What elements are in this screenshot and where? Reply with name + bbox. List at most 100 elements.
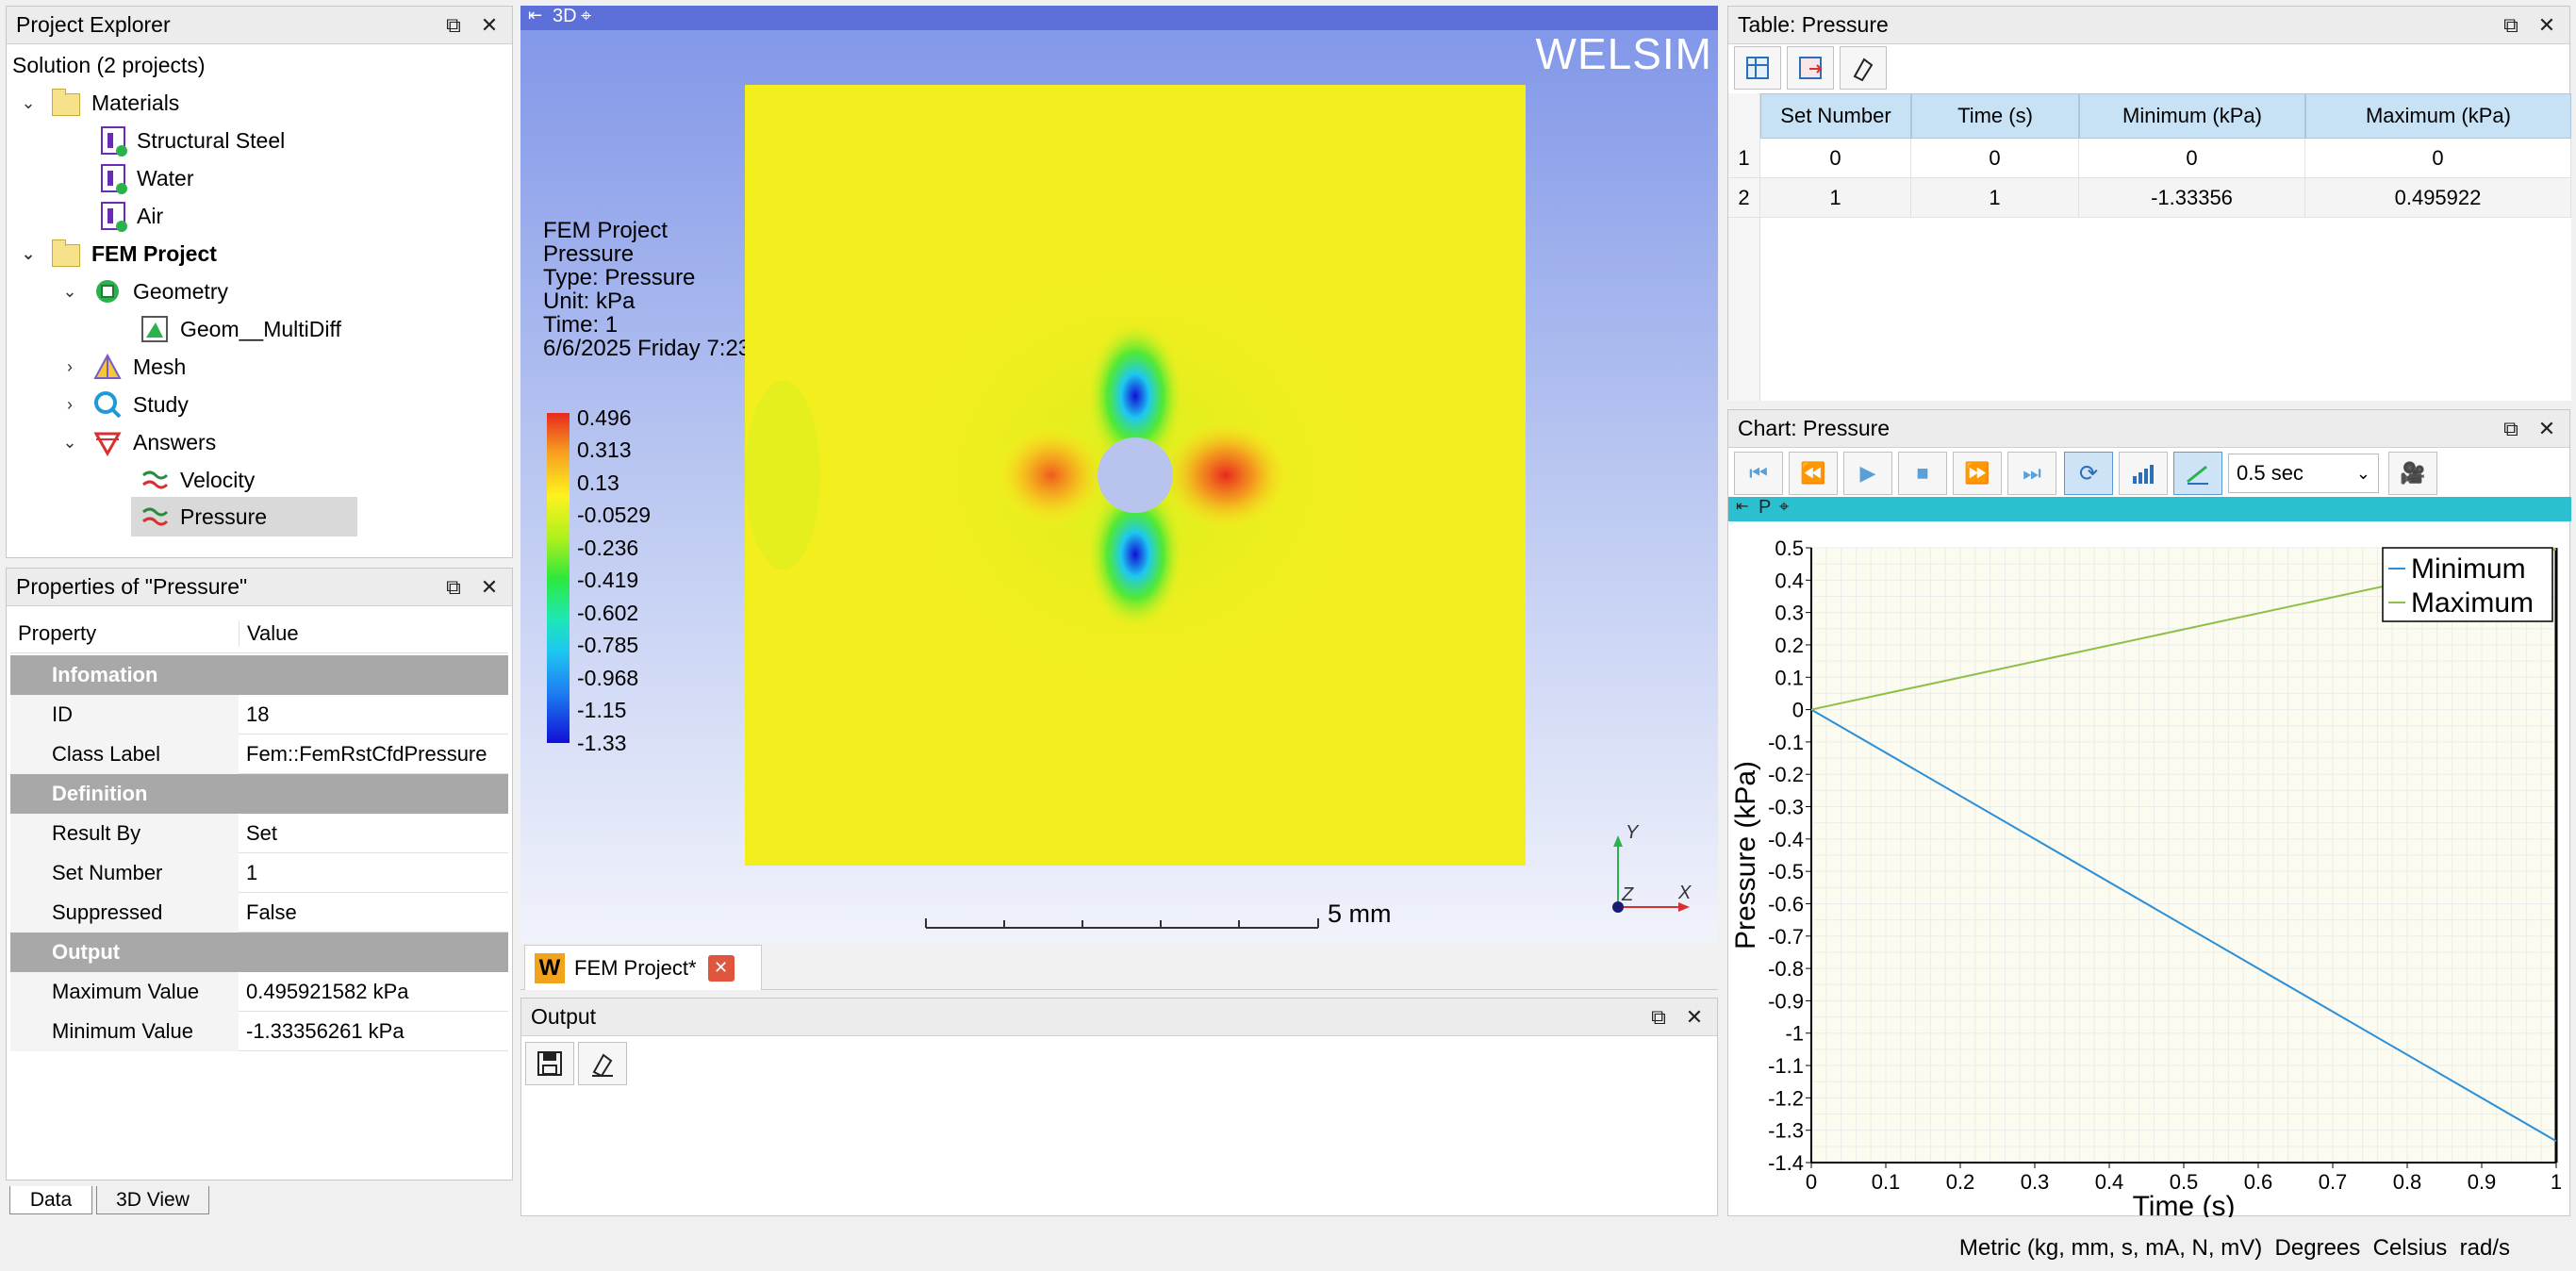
tree-item-geom-multidiff[interactable]: Geom__MultiDiff <box>140 310 341 348</box>
save-icon[interactable] <box>525 1042 574 1085</box>
tree-item-velocity[interactable]: Velocity <box>140 461 255 499</box>
table-cell[interactable]: 1 <box>1760 178 1911 218</box>
tree-label: Study <box>133 391 189 417</box>
pin-icon[interactable]: ⇤ <box>528 6 542 25</box>
prop-value: 0.495921582 kPa <box>246 979 409 1003</box>
next-frame-icon[interactable]: ⏩ <box>1953 452 2002 495</box>
chevron-down-icon[interactable]: ⌄ <box>16 93 41 113</box>
prop-row-suppressed[interactable]: Suppressed False <box>10 892 508 933</box>
close-icon[interactable]: ✕ <box>2535 13 2558 37</box>
chevron-down-icon[interactable]: ⌄ <box>58 433 82 453</box>
pressure-chart[interactable]: 0 0.1 0.2 0.3 0.4 0.5 0.6 0.7 0.8 0.9 10.50.40.30.… <box>1728 521 2571 1217</box>
table-cell[interactable]: 0 <box>2305 139 2571 178</box>
tab-3d-view[interactable]: 3D View <box>96 1186 209 1214</box>
y-tick-label: -1.1 <box>1768 1054 1804 1078</box>
column-header[interactable]: Minimum (kPa) <box>2079 93 2305 139</box>
float-icon[interactable]: ⧉ <box>2500 13 2522 37</box>
y-tick-label: -0.5 <box>1768 860 1804 883</box>
section-definition[interactable]: Definition <box>10 774 508 814</box>
crosshair-icon[interactable]: ⌖ <box>1779 497 1789 517</box>
tree-item-pressure[interactable]: Pressure <box>131 497 357 536</box>
column-header[interactable]: Time (s) <box>1911 93 2079 139</box>
record-video-icon[interactable]: 🎥 <box>2388 452 2437 495</box>
close-tab-icon[interactable]: ✕ <box>707 954 735 982</box>
tree-item-fem-project[interactable]: ⌄ FEM Project <box>16 235 217 272</box>
tree-item-air[interactable]: Air <box>101 197 163 235</box>
export-table-icon[interactable] <box>1734 46 1781 90</box>
legend-entry: Maximum <box>2411 587 2534 619</box>
prop-row-set-number[interactable]: Set Number 1 <box>10 852 508 893</box>
last-frame-icon[interactable]: ⏭ <box>2007 452 2056 495</box>
chevron-down-icon[interactable]: ⌄ <box>16 244 41 264</box>
table-cell[interactable]: 0.495922 <box>2305 178 2571 218</box>
table-cell[interactable]: 0 <box>1760 139 1911 178</box>
tree-item-answers[interactable]: ⌄ Answers <box>58 423 216 461</box>
play-icon[interactable]: ▶ <box>1843 452 1892 495</box>
loop-icon[interactable]: ⟳ <box>2064 452 2113 495</box>
3d-viewport[interactable]: ⇤ 3D ⌖ WELSIM FEM Project Pressure Type:… <box>520 6 1718 943</box>
tree-item-study[interactable]: › Study <box>58 386 189 423</box>
prop-row-minimum-value[interactable]: Minimum Value -1.33356261 kPa <box>10 1011 508 1051</box>
tree-item-materials[interactable]: ⌄ Materials <box>16 84 179 122</box>
chart-titlebar: Chart: Pressure ⧉ ✕ <box>1728 410 2569 448</box>
tab-data[interactable]: Data <box>9 1186 92 1214</box>
table-cell[interactable]: -1.33356 <box>2079 178 2305 218</box>
legend-label: -1.33 <box>577 731 627 755</box>
x-tick-label: 0.4 <box>2095 1170 2124 1194</box>
prop-row-id[interactable]: ID 18 <box>10 694 508 735</box>
tree-item-structural-steel[interactable]: Structural Steel <box>101 122 285 159</box>
unit-system-label: Metric (kg, mm, s, mA, N, mV) Degrees Ce… <box>1958 1235 2510 1261</box>
float-icon[interactable]: ⧉ <box>2500 417 2522 440</box>
float-icon[interactable]: ⧉ <box>442 13 465 37</box>
clear-table-icon[interactable] <box>1840 46 1887 90</box>
tree-item-water[interactable]: Water <box>101 159 194 197</box>
axis-x-label: X <box>1678 883 1692 903</box>
prop-row-maximum-value[interactable]: Maximum Value 0.495921582 kPa <box>10 971 508 1012</box>
column-header[interactable]: Set Number <box>1760 93 1911 139</box>
section-label: Infomation <box>52 663 158 686</box>
close-icon[interactable]: ✕ <box>2535 417 2558 440</box>
table-cell[interactable]: 0 <box>1911 139 2079 178</box>
float-icon[interactable]: ⧉ <box>1647 1005 1670 1029</box>
pressure-field[interactable] <box>745 85 1526 866</box>
line-chart-icon[interactable] <box>2173 452 2222 495</box>
close-icon[interactable]: ✕ <box>478 575 501 599</box>
previous-frame-icon[interactable]: ⏪ <box>1789 452 1838 495</box>
table-cell[interactable]: 0 <box>2079 139 2305 178</box>
tab-fem-project[interactable]: W FEM Project* ✕ <box>524 945 762 990</box>
geometry-body-icon <box>140 315 169 343</box>
close-icon[interactable]: ✕ <box>478 13 501 37</box>
clear-icon[interactable] <box>578 1042 627 1085</box>
output-title: Output <box>531 1004 597 1029</box>
float-icon[interactable]: ⧉ <box>442 575 465 599</box>
stop-icon[interactable]: ■ <box>1898 452 1947 495</box>
x-tick-label: 0.3 <box>2021 1170 2050 1194</box>
section-information[interactable]: Infomation <box>10 655 508 695</box>
chevron-right-icon[interactable]: › <box>58 395 82 415</box>
prop-row-result-by[interactable]: Result By Set <box>10 813 508 853</box>
y-tick-label: -0.2 <box>1768 763 1804 786</box>
crosshair-icon[interactable]: ⌖ <box>581 6 591 27</box>
tree-item-geometry[interactable]: ⌄ Geometry <box>58 272 228 310</box>
column-header[interactable]: Maximum (kPa) <box>2305 93 2571 139</box>
chevron-right-icon[interactable]: › <box>58 357 82 377</box>
legend-label: -0.602 <box>577 601 639 625</box>
table-cell[interactable]: 1 <box>1911 178 2079 218</box>
tree-label: Geometry <box>133 278 228 304</box>
section-output[interactable]: Output <box>10 933 508 972</box>
legend-label: 0.313 <box>577 437 632 462</box>
chevron-down-icon[interactable]: ⌄ <box>58 282 82 302</box>
tree-item-solution[interactable]: Solution (2 projects) <box>12 46 206 84</box>
interval-select[interactable]: 0.5 sec ⌄ <box>2228 454 2379 493</box>
prop-row-class-label[interactable]: Class Label Fem::FemRstCfdPressure <box>10 734 508 774</box>
tree-label: Structural Steel <box>137 127 286 153</box>
import-table-icon[interactable] <box>1787 46 1834 90</box>
axis-triad <box>1612 835 1690 913</box>
view-header-label: 3D <box>553 6 577 26</box>
pin-icon[interactable]: ⇤ <box>1736 497 1748 516</box>
first-frame-icon[interactable]: ⏮ <box>1734 452 1783 495</box>
bar-chart-icon[interactable] <box>2119 452 2168 495</box>
close-icon[interactable]: ✕ <box>1683 1005 1706 1029</box>
doc-tab-label: FEM Project* <box>574 955 697 980</box>
tree-item-mesh[interactable]: › Mesh <box>58 348 186 386</box>
